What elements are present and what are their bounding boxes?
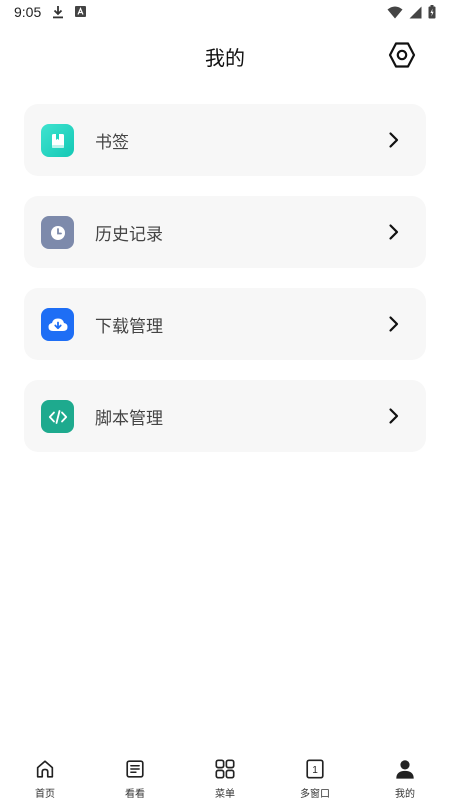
menu-list: 书签 历史记录 下载管理 脚本管理 bbox=[24, 104, 426, 472]
bottom-nav: 首页 看看 菜单 1 多窗口 我的 bbox=[0, 748, 450, 800]
cloud-download-icon bbox=[41, 308, 74, 341]
status-right-icons bbox=[387, 5, 436, 19]
nav-item-me[interactable]: 我的 bbox=[360, 748, 450, 800]
menu-item-label: 书签 bbox=[95, 133, 129, 153]
nav-item-windows[interactable]: 1 多窗口 bbox=[270, 748, 360, 800]
home-icon bbox=[36, 760, 54, 778]
chevron-right-icon bbox=[389, 316, 399, 332]
header: 我的 bbox=[0, 28, 450, 82]
nav-label: 多窗口 bbox=[300, 789, 330, 800]
menu-item-scripts[interactable]: 脚本管理 bbox=[24, 380, 426, 452]
user-icon bbox=[396, 760, 414, 779]
nav-label: 首页 bbox=[35, 789, 55, 800]
menu-item-label: 历史记录 bbox=[95, 225, 163, 245]
menu-item-downloads[interactable]: 下载管理 bbox=[24, 288, 426, 360]
windows-count-icon: 1 bbox=[306, 759, 324, 779]
status-bar: 9:05 bbox=[0, 0, 450, 26]
nav-item-feed[interactable]: 看看 bbox=[90, 748, 180, 800]
code-icon bbox=[41, 400, 74, 433]
chevron-right-icon bbox=[389, 132, 399, 148]
grid-icon bbox=[215, 759, 235, 779]
hexagon-settings-icon bbox=[388, 42, 416, 68]
bookmark-icon bbox=[41, 124, 74, 157]
a-icon bbox=[75, 6, 86, 17]
nav-label: 看看 bbox=[125, 789, 145, 800]
page-title: 我的 bbox=[205, 46, 245, 70]
chevron-right-icon bbox=[389, 224, 399, 240]
signal-icon bbox=[409, 6, 422, 18]
wifi-icon bbox=[387, 6, 403, 18]
menu-item-bookmarks[interactable]: 书签 bbox=[24, 104, 426, 176]
download-icon bbox=[53, 6, 63, 19]
menu-item-history[interactable]: 历史记录 bbox=[24, 196, 426, 268]
window-count: 1 bbox=[312, 765, 318, 776]
chevron-right-icon bbox=[389, 408, 399, 424]
nav-item-menu[interactable]: 菜单 bbox=[180, 748, 270, 800]
menu-item-label: 下载管理 bbox=[95, 317, 163, 337]
status-time: 9:05 bbox=[14, 4, 42, 20]
menu-item-label: 脚本管理 bbox=[95, 409, 163, 429]
nav-label: 我的 bbox=[395, 789, 415, 800]
battery-icon bbox=[428, 5, 436, 19]
document-icon bbox=[126, 760, 144, 778]
nav-item-home[interactable]: 首页 bbox=[0, 748, 90, 800]
clock-icon bbox=[41, 216, 74, 249]
nav-label: 菜单 bbox=[215, 789, 235, 800]
settings-button[interactable] bbox=[386, 39, 418, 71]
